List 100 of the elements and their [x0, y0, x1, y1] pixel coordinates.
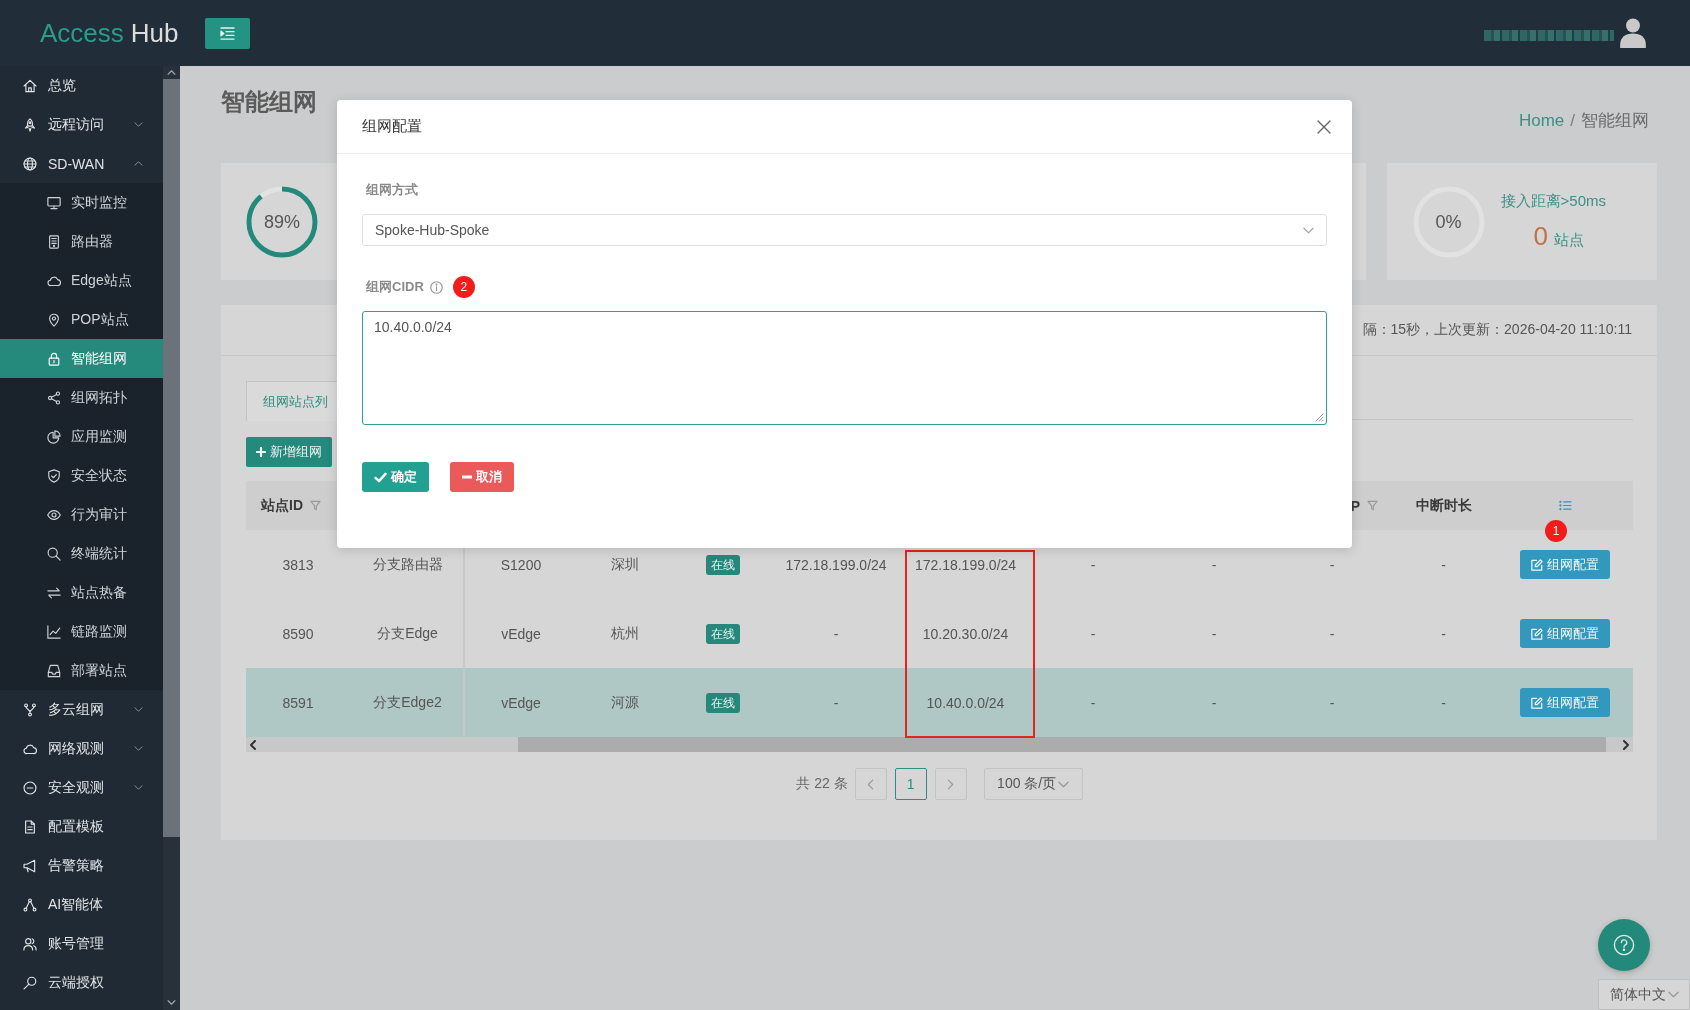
- status-tag: 在线: [705, 623, 740, 644]
- column-header: 站点ID: [261, 496, 303, 515]
- menu-toggle-button[interactable]: [204, 17, 250, 49]
- stat-count: 0: [1533, 221, 1549, 251]
- stat-unit: 站点: [1554, 231, 1585, 250]
- share-icon: [47, 390, 61, 405]
- table-cell-text: 杭州: [609, 623, 640, 643]
- house-icon: [23, 78, 37, 93]
- sidebar-item[interactable]: SD-WAN: [0, 144, 163, 183]
- table-cell-text: -: [1440, 624, 1447, 644]
- chevron-down-icon: [1058, 780, 1070, 788]
- sidebar-item[interactable]: 安全观测: [0, 768, 163, 807]
- filter-icon[interactable]: [310, 500, 321, 511]
- previous-page-button[interactable]: [854, 768, 887, 800]
- table-cell-text: 深圳: [609, 554, 640, 574]
- close-icon: [1317, 119, 1331, 134]
- sidebar-item[interactable]: POP站点: [0, 300, 163, 339]
- sidebar-item[interactable]: 部署站点: [0, 651, 163, 690]
- table-cell-text: -: [1210, 624, 1218, 644]
- field-label: 组网CIDR: [365, 278, 424, 296]
- caret-left-icon: [249, 739, 256, 750]
- table-cell-text: 河源: [609, 692, 640, 712]
- resize-handle-icon: [1315, 413, 1324, 422]
- caret-right-icon: [1623, 739, 1630, 750]
- table-cell-text: vEdge: [500, 624, 542, 644]
- table-cell-text: -: [1089, 693, 1097, 713]
- table-cell-text: -: [832, 624, 840, 644]
- table-cell-text: -: [1210, 555, 1218, 575]
- next-page-button[interactable]: [934, 768, 967, 800]
- breadcrumb-separator: /: [1570, 111, 1575, 131]
- monitor-icon: [47, 195, 61, 210]
- sidebar-item[interactable]: 实时监控: [0, 183, 163, 222]
- ring-percentage: 89%: [264, 211, 300, 232]
- inbox-icon: [47, 663, 61, 678]
- nodes-icon: [23, 897, 37, 912]
- sidebar-item[interactable]: 远程访问: [0, 105, 163, 144]
- page-size-select[interactable]: 100 条/页: [983, 768, 1083, 800]
- sidebar-item[interactable]: AI智能体: [0, 885, 163, 924]
- magnifier-icon: [23, 975, 37, 990]
- table-cell-text: 8591: [281, 693, 315, 713]
- sidebar-item[interactable]: 多云组网: [0, 690, 163, 729]
- sidebar-item[interactable]: 告警策略: [0, 846, 163, 885]
- scrollbar-thumb[interactable]: [518, 737, 1606, 752]
- table-cell-text: -: [1328, 693, 1336, 713]
- table-cell-text: -: [1210, 693, 1218, 713]
- sidebar-item[interactable]: 安全状态: [0, 456, 163, 495]
- language-select[interactable]: 简体中文: [1598, 979, 1690, 1010]
- chevron-down-icon: [1303, 226, 1314, 234]
- sidebar-item[interactable]: Edge站点: [0, 261, 163, 300]
- sidebar-item[interactable]: 应用监测: [0, 417, 163, 456]
- table-cell-text: 10.40.0.0/24: [925, 693, 1006, 713]
- sidebar-item[interactable]: 组网拓扑: [0, 378, 163, 417]
- table-row[interactable]: 8591 分支Edge2 vEdge 河源 在线 - 10.40.0.0/24 - - - - 组网配置: [246, 668, 1633, 737]
- menu-icon: [219, 26, 235, 40]
- avatar-icon: [1620, 18, 1646, 48]
- dialog-title: 组网配置: [362, 117, 422, 136]
- breadcrumb-current: 智能组网: [1581, 111, 1649, 131]
- table-cell: 分支Edge: [350, 599, 465, 668]
- field-label: 组网方式: [365, 181, 418, 199]
- horizontal-scrollbar[interactable]: [246, 737, 1633, 752]
- sidebar-item[interactable]: 智能组网: [0, 339, 163, 378]
- pie-chart-icon: [47, 429, 61, 444]
- add-button[interactable]: 新增组网: [246, 437, 332, 467]
- sidebar-item[interactable]: 账号管理: [0, 924, 163, 963]
- step-badge: 1: [1545, 520, 1567, 542]
- table-cell-text: 10.20.30.0/24: [921, 624, 1010, 644]
- sidebar-item[interactable]: 链路监测: [0, 612, 163, 651]
- table-cell-text: -: [1089, 555, 1097, 575]
- sidebar-item[interactable]: 终端统计: [0, 534, 163, 573]
- table-cell-text: -: [832, 693, 840, 713]
- chevron-left-icon: [867, 778, 875, 790]
- logo-text: Hub: [130, 18, 179, 48]
- filter-icon[interactable]: [1367, 500, 1378, 511]
- page-title: 智能组网: [221, 88, 317, 116]
- sidebar-item[interactable]: 配置模板: [0, 807, 163, 846]
- table-cell: 分支Edge2: [350, 668, 465, 737]
- dropdown-field[interactable]: Spoke-Hub-Spoke: [362, 214, 1327, 246]
- chevron-right-icon: [947, 778, 955, 790]
- table-cell-text: 3813: [281, 555, 315, 575]
- server-icon: [47, 234, 61, 249]
- sidebar-item[interactable]: 网络观测: [0, 729, 163, 768]
- scrollbar-thumb[interactable]: [163, 79, 180, 837]
- help-icon: [1613, 934, 1635, 956]
- fork-icon: [23, 702, 37, 717]
- table-cell-text: -: [1089, 624, 1097, 644]
- vertical-scrollbar[interactable]: [163, 66, 180, 1010]
- list-icon[interactable]: [1558, 500, 1572, 511]
- table-cell-text: -: [1440, 693, 1447, 713]
- shield-icon: [47, 468, 61, 483]
- sidebar-item[interactable]: 云端授权: [0, 963, 163, 1002]
- close-button[interactable]: [1317, 119, 1331, 134]
- sidebar-item[interactable]: 站点热备: [0, 573, 163, 612]
- caret-up-icon: [167, 70, 176, 75]
- text-area-field[interactable]: 10.40.0.0/24: [362, 311, 1327, 425]
- sidebar-item[interactable]: 总览: [0, 66, 163, 105]
- chevron-down-icon: [1667, 991, 1679, 998]
- sidebar-item[interactable]: 路由器: [0, 222, 163, 261]
- table-cell-text: -: [1328, 555, 1336, 575]
- sidebar-item[interactable]: 行为审计: [0, 495, 163, 534]
- edit-icon: [1531, 696, 1543, 709]
